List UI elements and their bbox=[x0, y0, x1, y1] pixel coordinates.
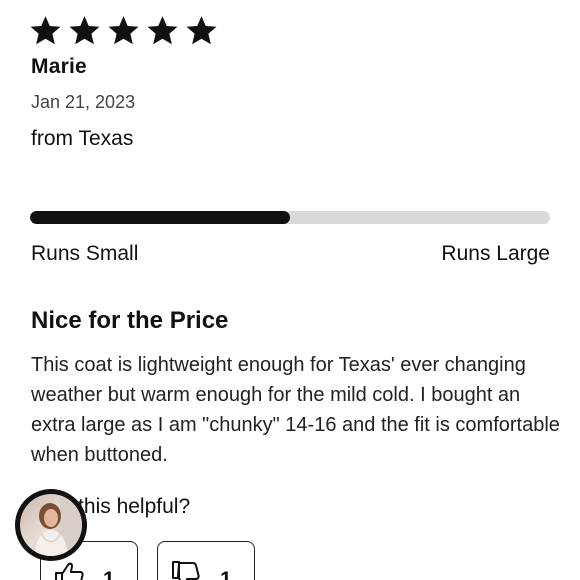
star-icon bbox=[69, 16, 100, 45]
star-icon bbox=[186, 16, 217, 45]
star-icon bbox=[30, 16, 61, 45]
helpful-yes-count: 1 bbox=[103, 568, 115, 580]
thumbs-up-icon bbox=[55, 562, 84, 580]
helpful-no-count: 1 bbox=[220, 568, 232, 580]
review-date: Jan 21, 2023 bbox=[31, 92, 136, 112]
helpful-no-button[interactable]: 1 bbox=[157, 541, 255, 580]
fit-scale-bar bbox=[30, 211, 550, 224]
reviewer-avatar[interactable] bbox=[15, 489, 87, 561]
fit-label-runs-large: Runs Large bbox=[441, 242, 550, 265]
avatar-photo bbox=[20, 494, 82, 556]
fit-scale-fill bbox=[30, 211, 290, 224]
review-card: Marie Jan 21, 2023 from Texas Runs Small… bbox=[0, 0, 580, 580]
star-icon bbox=[147, 16, 178, 45]
thumbs-down-icon bbox=[172, 561, 200, 580]
reviewer-location: from Texas bbox=[31, 127, 134, 150]
review-body: This coat is lightweight enough for Texa… bbox=[31, 354, 560, 466]
reviewer-name[interactable]: Marie bbox=[31, 55, 87, 79]
star-icon bbox=[108, 16, 139, 45]
review-title: Nice for the Price bbox=[31, 307, 229, 334]
star-rating bbox=[29, 14, 218, 47]
fit-label-runs-small: Runs Small bbox=[31, 242, 139, 265]
